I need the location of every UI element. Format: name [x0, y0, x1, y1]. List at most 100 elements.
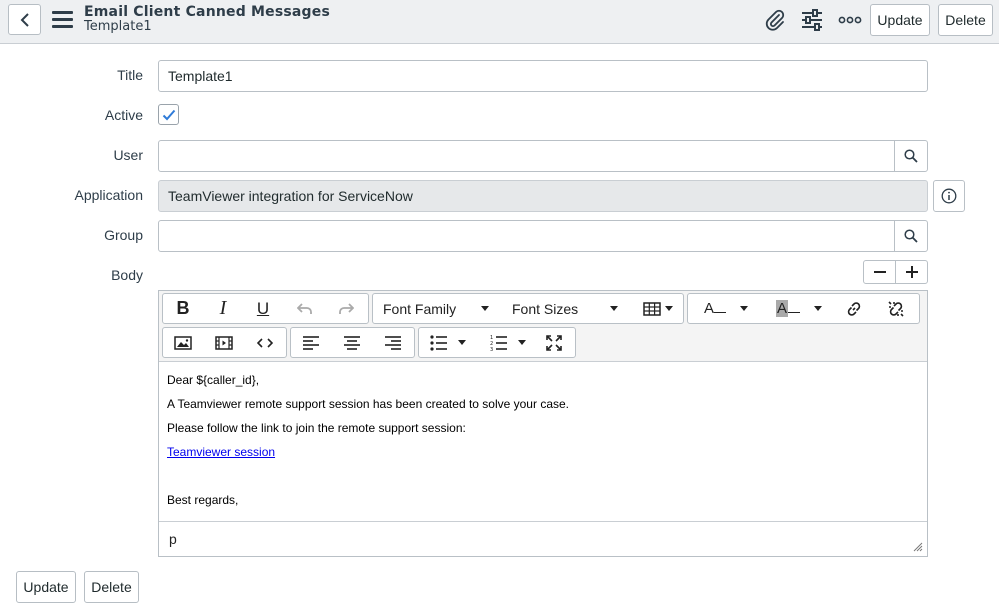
bullet-list-button[interactable] — [423, 328, 473, 357]
font-family-select[interactable]: Font Family — [373, 294, 499, 323]
text-color-button[interactable]: A — [696, 294, 756, 323]
dropdown-arrow-icon — [458, 340, 466, 345]
underline-button[interactable]: U — [243, 294, 283, 323]
search-icon — [904, 149, 918, 163]
dropdown-arrow-icon — [814, 306, 822, 311]
page-title: Email Client Canned Messages — [84, 4, 331, 20]
shrink-editor-button[interactable] — [864, 261, 895, 283]
format-group: B I U — [162, 293, 369, 324]
dropdown-arrow-icon — [740, 306, 748, 311]
italic-icon: I — [219, 297, 227, 319]
info-icon — [941, 188, 957, 204]
undo-icon — [297, 302, 312, 314]
group-field[interactable] — [158, 220, 928, 252]
font-sizes-label: Font Sizes — [512, 300, 579, 317]
align-left-button[interactable] — [291, 328, 331, 357]
link-icon — [847, 301, 861, 316]
title-field[interactable]: Template1 — [158, 60, 928, 92]
back-button[interactable] — [8, 4, 41, 35]
application-info-button[interactable] — [933, 180, 965, 212]
list-group: 123 — [418, 327, 576, 358]
fullscreen-icon — [546, 334, 562, 351]
image-button[interactable] — [163, 328, 203, 357]
font-size-select[interactable]: Font Sizes — [502, 294, 628, 323]
editor-statusbar: p — [159, 521, 927, 556]
group-lookup-button[interactable] — [894, 221, 927, 251]
active-label: Active — [104, 107, 143, 123]
numbered-list-icon: 123 — [490, 335, 507, 351]
redo-icon — [339, 302, 354, 314]
checkmark-icon — [162, 109, 175, 120]
background-color-icon: A — [775, 300, 800, 317]
active-checkbox[interactable] — [158, 104, 179, 125]
align-right-button[interactable] — [373, 328, 413, 357]
delete-button-top[interactable]: Delete — [938, 4, 993, 36]
minus-icon — [873, 271, 886, 273]
font-family-label: Font Family — [383, 300, 457, 317]
teamviewer-session-link[interactable]: Teamviewer session — [167, 445, 275, 459]
element-path[interactable]: p — [169, 531, 177, 547]
update-button-bottom[interactable]: Update — [16, 571, 76, 603]
application-label: Application — [74, 187, 144, 203]
body-label: Body — [111, 267, 143, 283]
align-center-icon — [344, 335, 360, 350]
video-icon — [215, 335, 233, 350]
form-header: Email Client Canned Messages Template1 U… — [0, 0, 999, 44]
video-button[interactable] — [204, 328, 244, 357]
background-color-button[interactable]: A — [768, 294, 830, 323]
bullet-list-icon — [430, 334, 447, 351]
editor-content[interactable]: Dear ${caller_id}, A Teamviewer remote s… — [159, 363, 927, 521]
bold-button[interactable]: B — [163, 294, 203, 323]
align-group — [290, 327, 415, 358]
title-value: Template1 — [168, 68, 233, 84]
group-label: Group — [104, 227, 143, 243]
link-button[interactable] — [836, 294, 872, 323]
sliders-icon[interactable] — [799, 8, 825, 32]
numbered-list-button[interactable]: 123 — [483, 328, 533, 357]
align-center-button[interactable] — [332, 328, 372, 357]
search-icon — [904, 229, 918, 243]
application-field: TeamViewer integration for ServiceNow — [158, 180, 928, 212]
unlink-icon — [888, 300, 904, 317]
user-lookup-button[interactable] — [894, 141, 927, 171]
align-left-icon — [303, 335, 319, 350]
body-line-signoff: Best regards, — [167, 493, 239, 507]
italic-button[interactable]: I — [203, 294, 243, 323]
body-line-intro: A Teamviewer remote support session has … — [167, 397, 569, 411]
user-label: User — [113, 147, 143, 163]
body-editor: B I U Font Family Font Sizes A A 1 2 3 D… — [158, 290, 928, 557]
align-right-icon — [385, 335, 401, 350]
update-button-top[interactable]: Update — [870, 4, 930, 36]
unlink-button[interactable] — [878, 294, 914, 323]
application-value: TeamViewer integration for ServiceNow — [168, 188, 413, 204]
color-link-group: A A — [687, 293, 920, 324]
table-button[interactable] — [637, 294, 679, 323]
bold-icon: B — [176, 298, 190, 318]
editor-toolbar: B I U Font Family Font Sizes A A 1 2 3 — [159, 291, 927, 362]
dropdown-arrow-icon — [610, 306, 618, 311]
body-line-instruction: Please follow the link to join the remot… — [167, 421, 466, 435]
grow-editor-button[interactable] — [895, 261, 927, 283]
text-color-icon: A — [704, 300, 726, 317]
editor-size-controls — [863, 260, 928, 284]
table-icon — [643, 301, 661, 316]
hamburger-menu-icon[interactable] — [52, 11, 73, 28]
user-field[interactable] — [158, 140, 928, 172]
redo-button[interactable] — [326, 294, 366, 323]
chevron-left-icon — [20, 12, 29, 27]
font-group: Font Family Font Sizes — [372, 293, 684, 324]
code-icon — [257, 337, 273, 348]
more-icon[interactable] — [837, 8, 863, 32]
body-line-greeting: Dear ${caller_id}, — [167, 373, 260, 387]
svg-text:3: 3 — [490, 347, 493, 351]
undo-button[interactable] — [285, 294, 325, 323]
delete-button-bottom[interactable]: Delete — [84, 571, 139, 603]
fullscreen-button[interactable] — [535, 328, 573, 357]
underline-icon: U — [256, 298, 270, 318]
paperclip-icon[interactable] — [762, 8, 788, 32]
resize-handle-icon[interactable] — [913, 542, 923, 552]
plus-icon — [905, 266, 918, 278]
insert-group — [162, 327, 287, 358]
title-label: Title — [117, 67, 143, 83]
source-code-button[interactable] — [245, 328, 285, 357]
